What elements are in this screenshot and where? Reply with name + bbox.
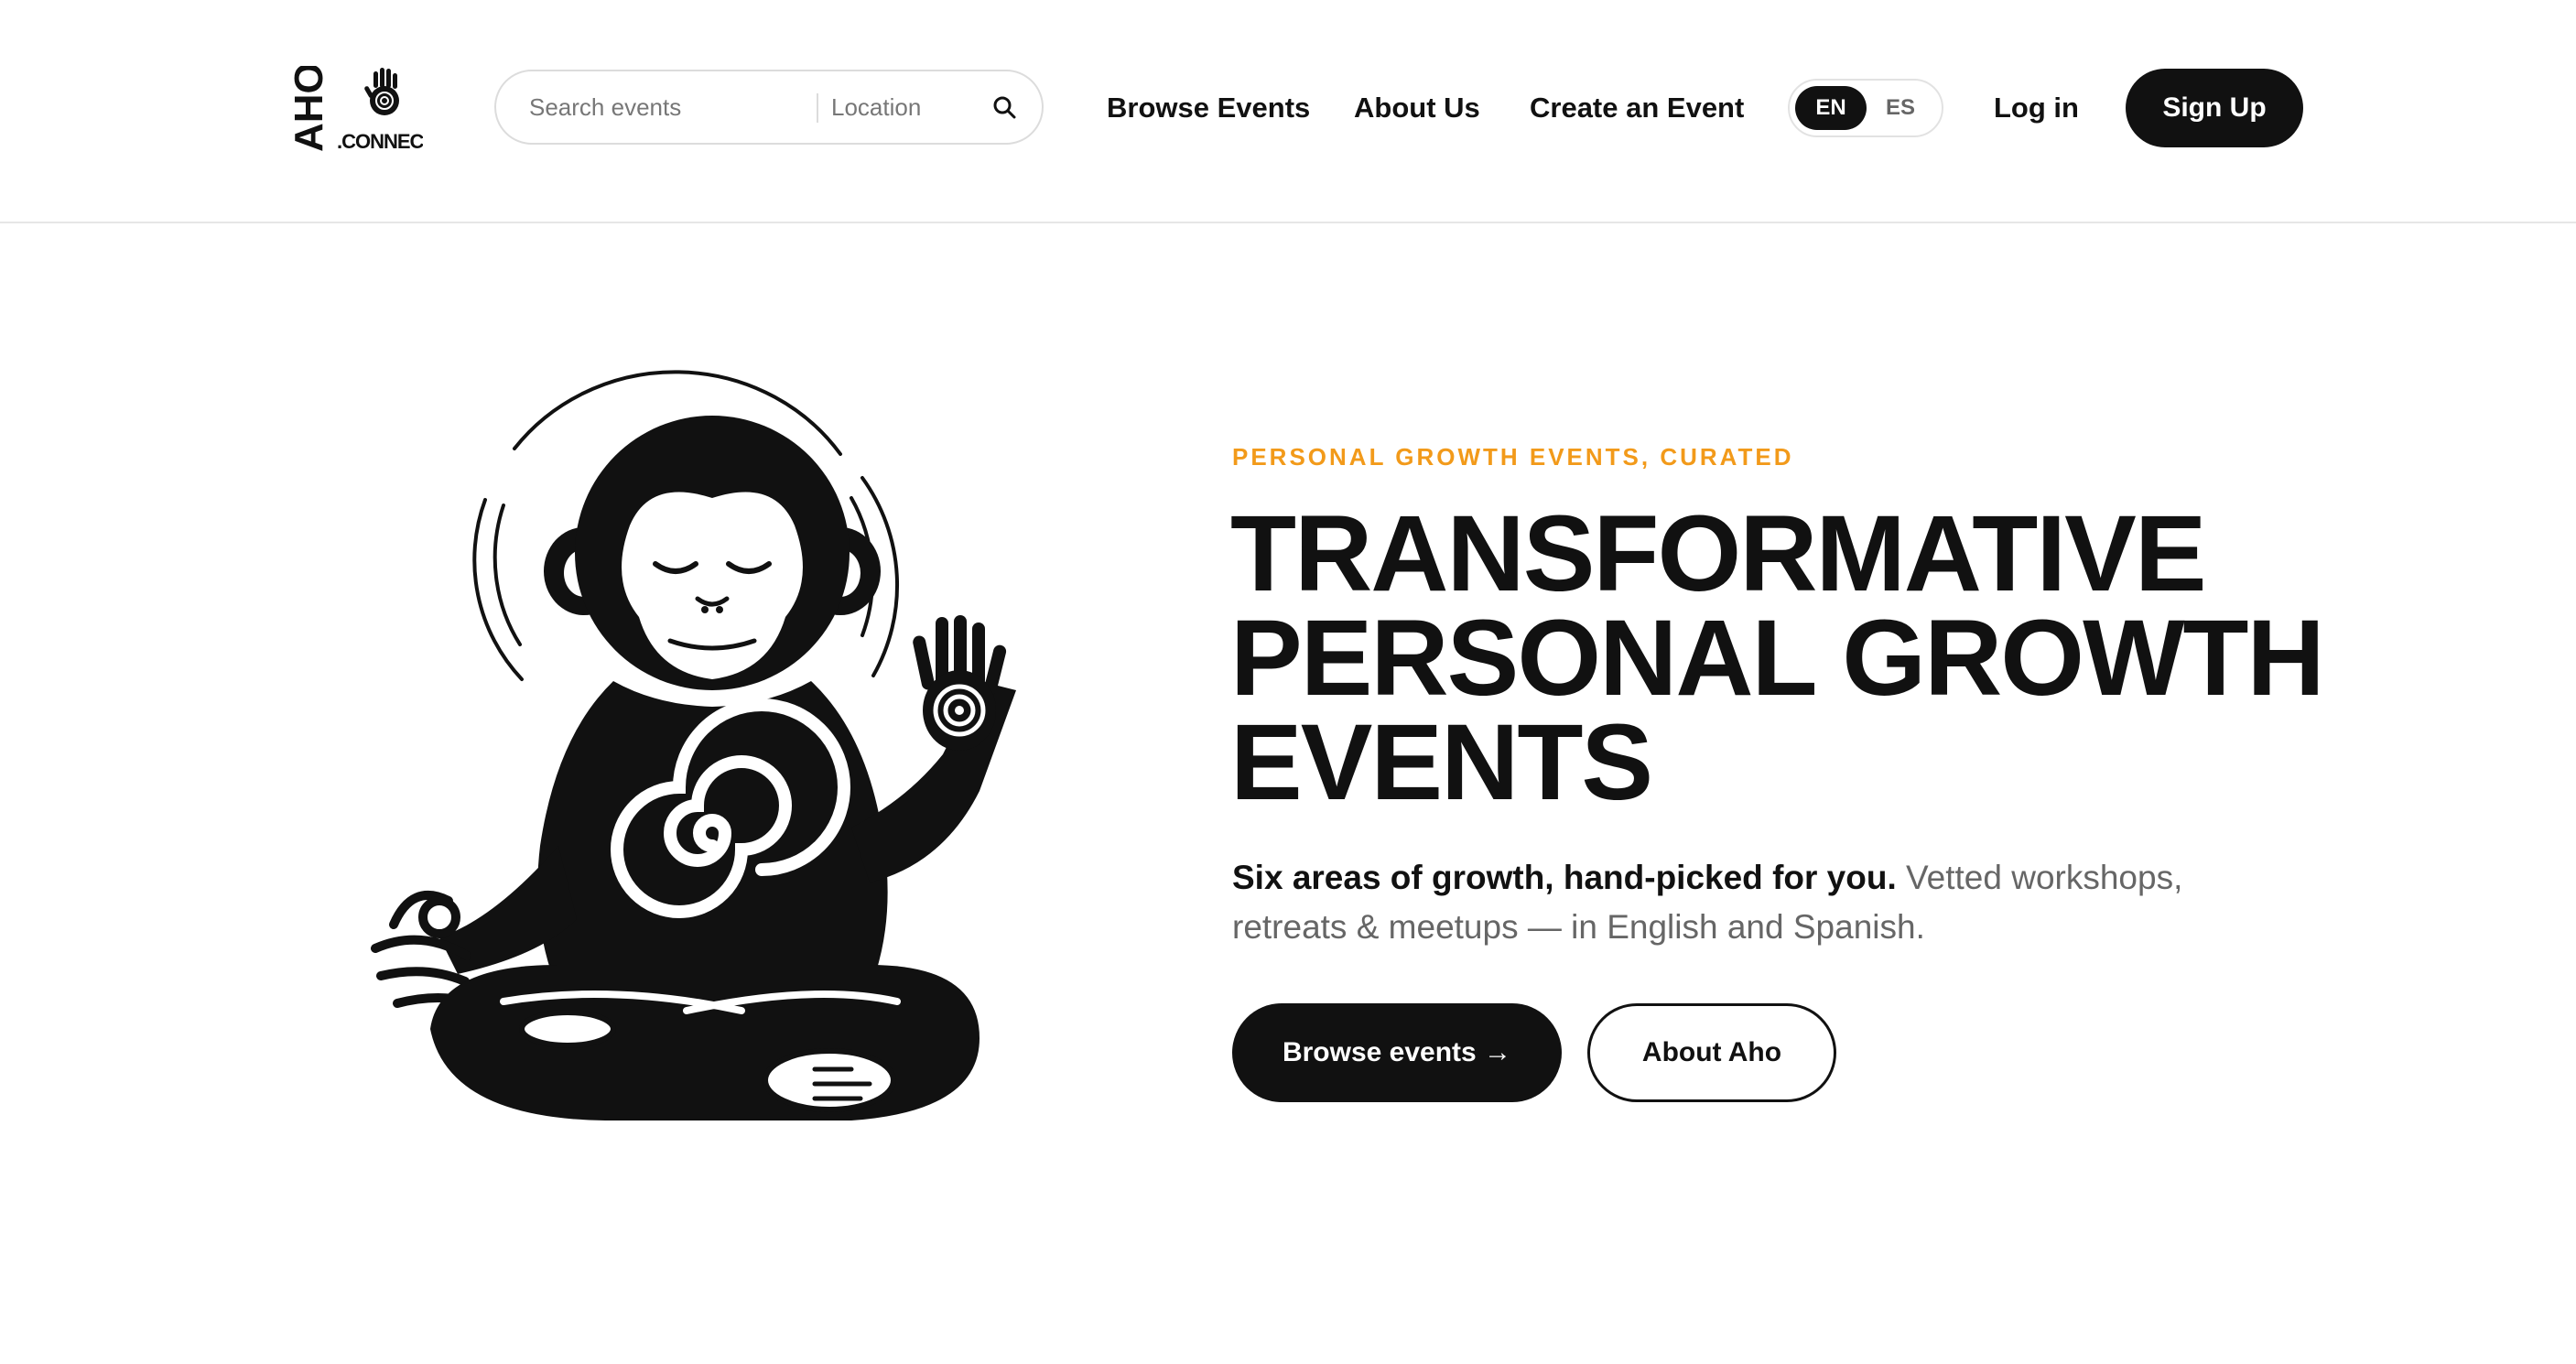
language-option-en[interactable]: EN (1795, 86, 1867, 130)
search-divider (817, 93, 818, 123)
meditating-monkey-illustration (339, 370, 1053, 1157)
lede-bold: Six areas of growth, hand-picked for you… (1232, 859, 1897, 896)
login-link[interactable]: Log in (1994, 88, 2079, 128)
headline-line-1: TRANSFORMATIVE (1230, 493, 2207, 614)
signup-button[interactable]: Sign Up (2126, 69, 2303, 147)
location-input[interactable] (831, 71, 969, 143)
about-aho-button[interactable]: About Aho (1587, 1003, 1836, 1102)
headline-line-2: PERSONAL GROWTH (1230, 598, 2325, 719)
search-icon (993, 96, 1016, 119)
search-input[interactable] (529, 71, 804, 143)
hero-headline: TRANSFORMATIVE PERSONAL GROWTH EVENTS (1230, 493, 2420, 823)
site-header: AHO .CONNECT Browse (0, 0, 2576, 223)
nav-browse-events[interactable]: Browse Events (1107, 88, 1310, 128)
hero-eyebrow: PERSONAL GROWTH EVENTS, CURATED (1232, 443, 1794, 471)
search-bar (494, 70, 1044, 145)
hero-lede: Six areas of growth, hand-picked for you… (1232, 853, 2257, 952)
language-toggle: EN ES (1788, 79, 1943, 137)
hand-spiral-icon (364, 68, 399, 115)
nav-create-event[interactable]: Create an Event (1530, 88, 1744, 128)
language-option-es[interactable]: ES (1865, 86, 1936, 130)
search-button[interactable] (981, 84, 1027, 130)
browse-events-button[interactable]: Browse events → (1232, 1003, 1562, 1102)
aho-connect-logo[interactable]: AHO .CONNECT (286, 66, 423, 154)
headline-line-3: EVENTS (1230, 702, 1653, 823)
logo-wordmark: AHO (287, 66, 331, 152)
logo-suffix: .CONNECT (337, 130, 423, 153)
nav-about-us[interactable]: About Us (1354, 88, 1480, 128)
